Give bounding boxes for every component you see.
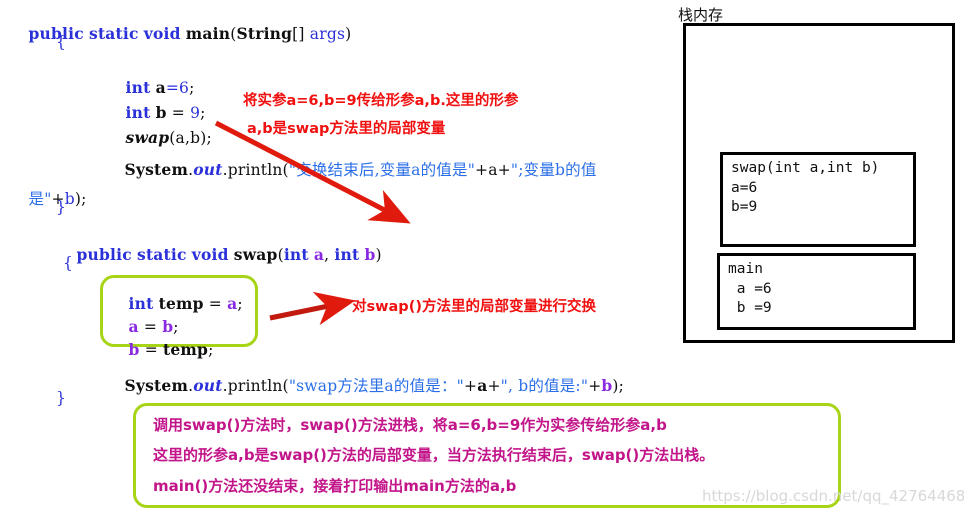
annotation-swap-locals: 对swap()方法里的局部变量进行交换	[352, 299, 596, 315]
csdn-watermark: https://blog.csdn.net/qq_42764468	[702, 487, 964, 505]
explanation-line-3: main()方法还没结束，接着打印输出main方法的a,b	[153, 477, 517, 495]
code-line-swap-close-brace: }	[56, 389, 67, 407]
stack-frame-swap-line2: a=6	[731, 179, 758, 196]
stack-memory-title: 栈内存	[678, 6, 724, 24]
code-line-println-main-cont: 是"+b);	[28, 189, 87, 208]
stack-frame-swap: swap(int a,int b) a=6 b=9	[720, 152, 916, 247]
code-line-println-main: System.out.println("交换结束后,变量a的值是"+a+";变量…	[124, 159, 597, 179]
arrow-box-to-swap-note	[269, 291, 356, 326]
slide-canvas: public static void main(String[] args) {…	[0, 0, 964, 516]
code-line-main-open-brace: {	[56, 33, 67, 51]
annotation-pass-params: 将实参a=6,b=9传给形参a,b.这里的形参	[243, 93, 519, 109]
stack-frame-main-line1: main	[728, 261, 763, 277]
explanation-line-2: 这里的形参a,b是swap()方法的局部变量，当方法执行结束后，swap()方法…	[153, 446, 715, 464]
code-line-swap-signature: public static void swap(int a, int b)	[76, 244, 382, 264]
stack-frame-main-line3: b =9	[728, 300, 772, 317]
code-line-swap-open-brace: {	[63, 254, 74, 272]
stack-frame-main: main a =6 b =9	[717, 253, 916, 330]
stack-frame-main-line2: a =6	[728, 280, 772, 297]
annotation-local-vars: a,b是swap方法里的局部变量	[247, 121, 446, 137]
code-line-main-close-brace: }	[56, 198, 67, 216]
explanation-line-1: 调用swap()方法时，swap()方法进栈，将a=6,b=9作为实参传给形参a…	[153, 416, 667, 434]
stack-frame-swap-line3: b=9	[731, 199, 758, 216]
stack-frame-swap-line1: swap(int a,int b)	[731, 160, 880, 176]
